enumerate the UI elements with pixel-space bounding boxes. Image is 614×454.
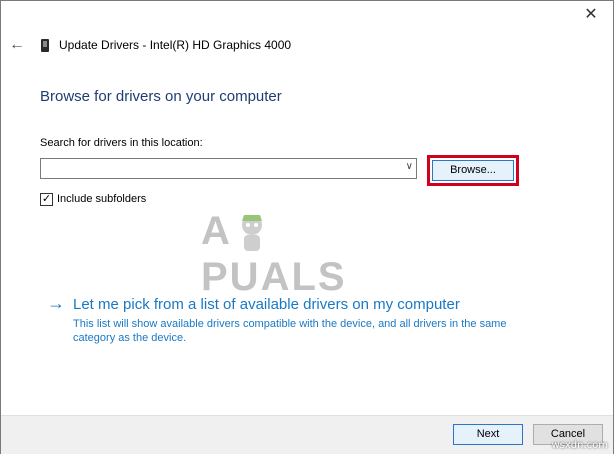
watermark-text-left: A (201, 209, 232, 253)
site-watermark: wsxdn.com (551, 440, 608, 451)
close-icon[interactable]: ✕ (583, 7, 599, 23)
pick-driver-link[interactable]: Let me pick from a list of available dri… (73, 296, 460, 313)
appuals-watermark: A PUALS (201, 209, 411, 299)
search-location-label: Search for drivers in this location: (40, 137, 203, 149)
pick-driver-description: This list will show available drivers co… (73, 318, 507, 344)
include-subfolders-checkbox[interactable]: ✓ (40, 193, 53, 206)
device-icon (41, 39, 49, 52)
driver-path-input[interactable] (41, 159, 399, 179)
mascot-logo-icon (241, 215, 262, 252)
update-drivers-window: ✕ ← Update Drivers - Intel(R) HD Graphic… (0, 0, 614, 454)
driver-path-combobox[interactable]: ∨ (40, 158, 417, 179)
watermark-text-right: PUALS (201, 255, 347, 300)
right-arrow-icon[interactable]: → (47, 294, 65, 312)
chevron-down-icon[interactable]: ∨ (406, 161, 413, 172)
browse-button[interactable]: Browse... (432, 160, 514, 181)
include-subfolders-label: Include subfolders (57, 193, 147, 205)
dialog-footer: Next Cancel (1, 415, 613, 454)
next-button[interactable]: Next (453, 424, 523, 445)
back-arrow-icon[interactable]: ← (9, 37, 25, 53)
page-heading: Browse for drivers on your computer (40, 88, 282, 105)
window-title: Update Drivers - Intel(R) HD Graphics 40… (59, 38, 292, 52)
